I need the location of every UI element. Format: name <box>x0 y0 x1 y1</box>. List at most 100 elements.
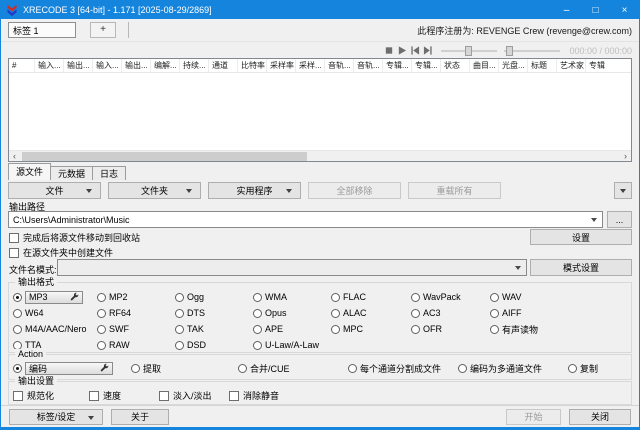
format-option-label: WMA <box>265 292 287 302</box>
table-body[interactable] <box>9 73 631 150</box>
format-option-u-law-a-law[interactable]: U-Law/A-Law <box>253 337 331 353</box>
horizontal-scrollbar[interactable]: ‹ › <box>9 150 631 161</box>
format-option-ogg[interactable]: Ogg <box>175 289 253 305</box>
minimize-button[interactable]: – <box>552 1 581 19</box>
format-option-wavpack[interactable]: WavPack <box>411 289 490 305</box>
stop-button[interactable] <box>382 45 395 57</box>
format-option-wav[interactable]: WAV <box>490 289 631 305</box>
view-tab-元数据[interactable]: 元数据 <box>50 166 93 180</box>
format-option-raw[interactable]: RAW <box>97 337 175 353</box>
move-to-recycle-checkbox[interactable]: 完成后将源文件移动到回收站 <box>9 231 140 244</box>
view-tab-日志[interactable]: 日志 <box>92 166 126 180</box>
volume-thumb[interactable] <box>506 46 513 56</box>
column-header-15[interactable]: 状态 <box>441 59 470 72</box>
column-header-1[interactable]: 输入... <box>35 59 64 72</box>
实用程序-button[interactable]: 实用程序 <box>208 182 301 199</box>
column-header-20[interactable]: 专辑 <box>586 59 631 72</box>
format-option-wma[interactable]: WMA <box>253 289 331 305</box>
format-option-mpc[interactable]: MPC <box>331 321 411 337</box>
format-option-tak[interactable]: TAK <box>175 321 253 337</box>
setting-淡入-淡出-checkbox[interactable]: 淡入/淡出 <box>159 389 229 402</box>
view-tab-源文件[interactable]: 源文件 <box>8 163 51 180</box>
format-option-ape[interactable]: APE <box>253 321 331 337</box>
registration-text: 此程序注册为: REVENGE Crew (revenge@crew.com) <box>417 24 632 37</box>
column-header-4[interactable]: 输出... <box>122 59 151 72</box>
skip-forward-button[interactable] <box>421 45 434 57</box>
setting-label: 消除静音 <box>243 389 279 402</box>
format-option-rf64[interactable]: RF64 <box>97 305 175 321</box>
create-in-source-checkbox[interactable]: 在源文件夹中创建文件 <box>9 246 113 259</box>
scrollbar-thumb[interactable] <box>22 152 307 161</box>
column-header-11[interactable]: 音轨... <box>325 59 354 72</box>
scrollbar-track[interactable] <box>20 151 620 162</box>
browse-button[interactable]: ... <box>607 211 632 228</box>
format-option-aiff[interactable]: AIFF <box>490 305 631 321</box>
add-tab-button[interactable]: + <box>90 22 116 38</box>
filename-pattern-combobox[interactable] <box>57 259 527 276</box>
column-header-0[interactable]: # <box>9 59 35 72</box>
play-button[interactable] <box>395 45 408 57</box>
column-header-9[interactable]: 采样率 <box>267 59 296 72</box>
column-header-3[interactable]: 输入... <box>93 59 122 72</box>
format-option-mp2[interactable]: MP2 <box>97 289 175 305</box>
skip-back-icon <box>410 45 420 56</box>
column-header-12[interactable]: 音轨... <box>354 59 383 72</box>
about-button[interactable]: 关于 <box>111 409 169 425</box>
maximize-button[interactable]: □ <box>581 1 610 19</box>
column-header-17[interactable]: 光盘... <box>499 59 528 72</box>
output-path-combobox[interactable]: C:\Users\Administrator\Music <box>8 211 603 228</box>
format-option-opus[interactable]: Opus <box>253 305 331 321</box>
format-option-ofr[interactable]: OFR <box>411 321 490 337</box>
文件夹-button[interactable]: 文件夹 <box>108 182 201 199</box>
format-option-flac[interactable]: FLAC <box>331 289 411 305</box>
close-button[interactable]: 关闭 <box>569 409 631 425</box>
column-header-13[interactable]: 专辑... <box>383 59 412 72</box>
format-option-swf[interactable]: SWF <box>97 321 175 337</box>
wrench-icon[interactable] <box>70 292 79 303</box>
format-option-ac3[interactable]: AC3 <box>411 305 490 321</box>
column-header-8[interactable]: 比特率 <box>238 59 267 72</box>
scroll-left-icon[interactable]: ‹ <box>9 151 20 161</box>
format-option-alac[interactable]: ALAC <box>331 305 411 321</box>
column-header-10[interactable]: 采样... <box>296 59 325 72</box>
column-header-14[interactable]: 专辑... <box>412 59 441 72</box>
action-option-复制[interactable]: 复制 <box>568 362 598 375</box>
view-tabs: 源文件元数据日志 <box>8 163 125 180</box>
action-option-编码为多通道文件[interactable]: 编码为多通道文件 <box>458 362 568 375</box>
column-header-6[interactable]: 持续... <box>180 59 209 72</box>
skip-back-button[interactable] <box>408 45 421 57</box>
action-option-每个通道分割成文件[interactable]: 每个通道分割成文件 <box>348 362 458 375</box>
setting-消除静音-checkbox[interactable]: 消除静音 <box>229 389 279 402</box>
volume-slider[interactable] <box>504 45 560 57</box>
format-option-label: WavPack <box>423 292 461 302</box>
close-window-button[interactable]: × <box>610 1 639 19</box>
seek-thumb[interactable] <box>465 46 472 56</box>
pattern-settings-button[interactable]: 模式设置 <box>530 259 632 276</box>
tags-settings-button[interactable]: 标签/设定 <box>9 409 103 425</box>
seek-slider[interactable] <box>441 45 497 57</box>
scroll-right-icon[interactable]: › <box>620 151 631 161</box>
column-header-5[interactable]: 编解... <box>151 59 180 72</box>
action-option-编码[interactable]: 编码 <box>13 362 131 375</box>
more-options-button[interactable] <box>614 182 632 199</box>
column-header-19[interactable]: 艺术家 <box>557 59 586 72</box>
session-tab[interactable]: 标签 1 <box>8 22 76 38</box>
wrench-icon[interactable] <box>100 363 109 374</box>
column-header-18[interactable]: 标题 <box>528 59 557 72</box>
setting-规范化-checkbox[interactable]: 规范化 <box>13 389 89 402</box>
文件-button[interactable]: 文件 <box>8 182 101 199</box>
action-option-提取[interactable]: 提取 <box>131 362 238 375</box>
column-header-16[interactable]: 曲目... <box>470 59 499 72</box>
start-button[interactable]: 开始 <box>506 409 561 425</box>
column-header-2[interactable]: 输出... <box>64 59 93 72</box>
setting-速度-checkbox[interactable]: 速度 <box>89 389 159 402</box>
action-option-合并-cue[interactable]: 合并/CUE <box>238 362 348 375</box>
format-option-dts[interactable]: DTS <box>175 305 253 321</box>
output-settings-button[interactable]: 设置 <box>530 229 632 245</box>
format-option-w64[interactable]: W64 <box>13 305 97 321</box>
format-option-dsd[interactable]: DSD <box>175 337 253 353</box>
column-header-7[interactable]: 通道 <box>209 59 238 72</box>
format-option-mp3[interactable]: MP3 <box>13 289 97 305</box>
format-option-有声读物[interactable]: 有声读物 <box>490 321 631 337</box>
format-option-m4a-aac-nero[interactable]: M4A/AAC/Nero <box>13 321 97 337</box>
